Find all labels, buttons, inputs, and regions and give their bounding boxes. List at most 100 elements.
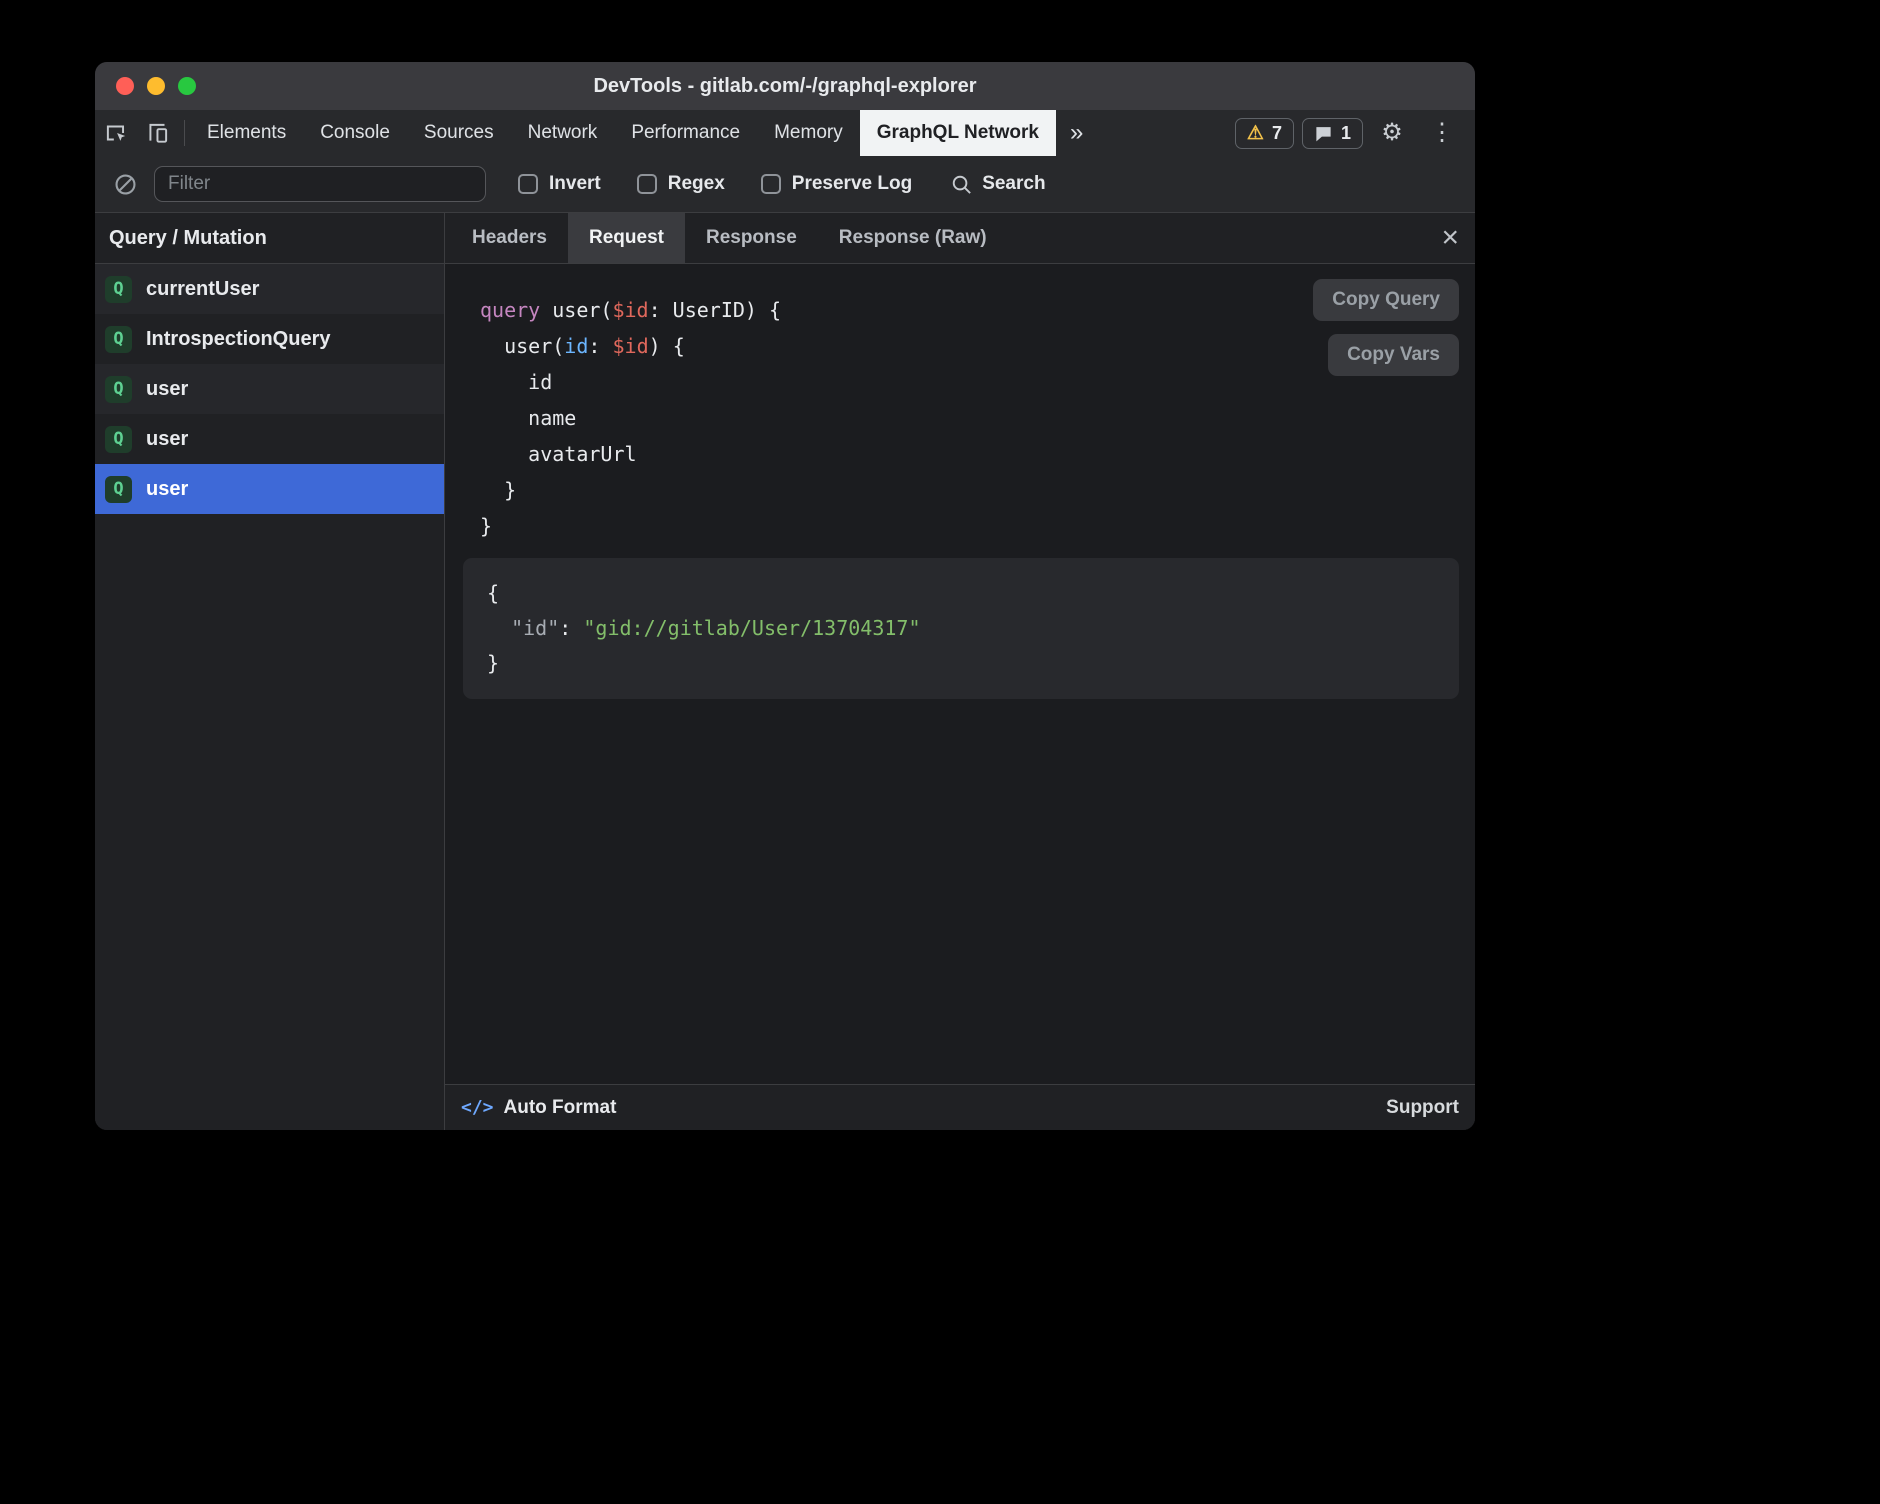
settings-button[interactable]: ⚙ xyxy=(1371,121,1413,145)
code-line: name xyxy=(480,400,1459,436)
tab-performance[interactable]: Performance xyxy=(614,110,757,156)
tab-console[interactable]: Console xyxy=(303,110,407,156)
warning-icon: ⚠ xyxy=(1247,124,1264,143)
toolbar-divider xyxy=(184,120,185,146)
message-icon xyxy=(1314,124,1333,143)
zoom-window-button[interactable] xyxy=(178,77,196,95)
query-list-panel: Query / Mutation QcurrentUserQIntrospect… xyxy=(95,213,445,1130)
window-title: DevTools - gitlab.com/-/graphql-explorer xyxy=(95,75,1475,98)
checkbox-label: Regex xyxy=(668,173,725,195)
variables-box: { "id": "gid://gitlab/User/13704317"} xyxy=(463,558,1459,699)
main-tab-strip: ElementsConsoleSourcesNetworkPerformance… xyxy=(190,110,1056,156)
checkbox-box xyxy=(637,174,657,194)
code-token: avatarUrl xyxy=(480,442,637,466)
detail-tabbar: HeadersRequestResponseResponse (Raw) × xyxy=(445,213,1475,264)
device-toolbar-icon xyxy=(145,120,171,146)
auto-format-button[interactable]: </> Auto Format xyxy=(461,1097,616,1119)
clear-filter-button[interactable] xyxy=(113,172,138,197)
main-toolbar: ElementsConsoleSourcesNetworkPerformance… xyxy=(95,110,1475,156)
tab-sources[interactable]: Sources xyxy=(407,110,511,156)
close-window-button[interactable] xyxy=(116,77,134,95)
code-token: : xyxy=(559,616,583,640)
list-item[interactable]: QIntrospectionQuery xyxy=(95,314,444,364)
more-tabs-button[interactable]: » xyxy=(1056,110,1097,156)
search-icon xyxy=(950,173,973,196)
close-panel-button[interactable]: × xyxy=(1441,223,1459,253)
traffic-lights xyxy=(116,62,196,110)
auto-format-label: Auto Format xyxy=(504,1097,617,1119)
detail-tab-strip: HeadersRequestResponseResponse (Raw) xyxy=(451,213,1008,263)
code-line: } xyxy=(487,646,1435,681)
issues-badge[interactable]: 1 xyxy=(1302,118,1363,149)
code-token: user( xyxy=(540,298,612,322)
code-line: } xyxy=(480,508,1459,544)
code-token: : xyxy=(588,334,612,358)
tab-response-raw[interactable]: Response (Raw) xyxy=(818,213,1008,263)
tab-request[interactable]: Request xyxy=(568,213,685,263)
copy-vars-button[interactable]: Copy Vars xyxy=(1328,334,1459,376)
menu-button[interactable]: ⋮ xyxy=(1421,121,1463,145)
tab-network[interactable]: Network xyxy=(511,110,615,156)
query-code: query user($id: UserID) { user( id: $id) … xyxy=(463,292,1459,544)
kebab-menu-icon: ⋮ xyxy=(1430,121,1454,145)
code-token: } xyxy=(487,651,499,675)
checkbox-label: Invert xyxy=(549,173,601,195)
gear-icon: ⚙ xyxy=(1381,121,1403,145)
query-badge: Q xyxy=(105,276,132,303)
copy-query-button[interactable]: Copy Query xyxy=(1313,279,1459,321)
query-badge: Q xyxy=(105,476,132,503)
code-token xyxy=(487,616,511,640)
code-token: "gid://gitlab/User/13704317" xyxy=(583,616,920,640)
search-label: Search xyxy=(982,173,1045,195)
code-token: id xyxy=(480,370,552,394)
code-token: user( xyxy=(480,334,564,358)
list-item-label: user xyxy=(146,378,188,401)
list-item-label: currentUser xyxy=(146,278,259,301)
tab-memory[interactable]: Memory xyxy=(757,110,860,156)
checkbox-invert[interactable]: Invert xyxy=(518,173,601,195)
main-area: Query / Mutation QcurrentUserQIntrospect… xyxy=(95,213,1475,1130)
list-item[interactable]: Quser xyxy=(95,364,444,414)
checkbox-regex[interactable]: Regex xyxy=(637,173,725,195)
code-line: { xyxy=(487,576,1435,611)
query-list: QcurrentUserQIntrospectionQueryQuserQuse… xyxy=(95,264,444,1130)
list-item-label: user xyxy=(146,478,188,501)
checkbox-preserve-log[interactable]: Preserve Log xyxy=(761,173,912,195)
list-item[interactable]: Quser xyxy=(95,414,444,464)
query-list-header: Query / Mutation xyxy=(95,213,444,264)
minimize-window-button[interactable] xyxy=(147,77,165,95)
inspect-element-button[interactable] xyxy=(95,110,137,156)
code-token: "id" xyxy=(511,616,559,640)
titlebar: DevTools - gitlab.com/-/graphql-explorer xyxy=(95,62,1475,110)
tab-headers[interactable]: Headers xyxy=(451,213,568,263)
device-toolbar-button[interactable] xyxy=(137,110,179,156)
variables-code: { "id": "gid://gitlab/User/13704317"} xyxy=(487,576,1435,681)
code-token: } xyxy=(480,478,516,502)
tab-elements[interactable]: Elements xyxy=(190,110,303,156)
checkbox-box xyxy=(761,174,781,194)
checkbox-box xyxy=(518,174,538,194)
filter-input[interactable] xyxy=(154,166,486,202)
issues-count: 1 xyxy=(1341,123,1351,144)
copy-buttons: Copy Query Copy Vars xyxy=(1313,279,1459,376)
code-token: query xyxy=(480,298,540,322)
code-line: id xyxy=(480,364,1459,400)
tab-response[interactable]: Response xyxy=(685,213,818,263)
detail-footer: </> Auto Format Support xyxy=(445,1084,1475,1130)
code-line: query user($id: UserID) { xyxy=(480,292,1459,328)
code-token: } xyxy=(480,514,492,538)
list-item[interactable]: QcurrentUser xyxy=(95,264,444,314)
list-item[interactable]: Quser xyxy=(95,464,444,514)
list-item-label: user xyxy=(146,428,188,451)
tab-graphql-network[interactable]: GraphQL Network xyxy=(860,110,1056,156)
search-control[interactable]: Search xyxy=(950,173,1045,196)
code-line: } xyxy=(480,472,1459,508)
code-token: ) { xyxy=(649,334,685,358)
support-link[interactable]: Support xyxy=(1386,1097,1459,1119)
devtools-window: DevTools - gitlab.com/-/graphql-explorer… xyxy=(95,62,1475,1130)
warnings-badge[interactable]: ⚠ 7 xyxy=(1235,118,1294,149)
code-token: : UserID) { xyxy=(649,298,781,322)
code-token: $id xyxy=(612,334,648,358)
inspect-cursor-icon xyxy=(103,120,129,146)
request-detail-panel: HeadersRequestResponseResponse (Raw) × C… xyxy=(445,213,1475,1130)
